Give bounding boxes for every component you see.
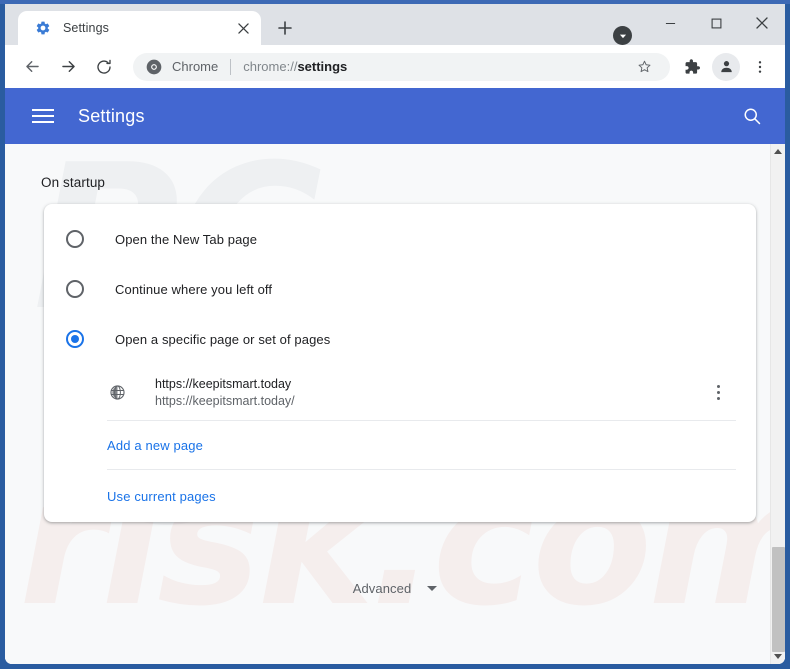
omnibox-url: chrome://settings — [243, 59, 630, 74]
minimize-icon — [665, 22, 675, 24]
close-window-button[interactable] — [739, 4, 785, 42]
scrollbar-track[interactable] — [771, 159, 786, 652]
browser-toolbar: Chrome chrome://settings — [5, 45, 785, 88]
tab-strip: Settings — [5, 4, 785, 45]
startup-page-title: https://keepitsmart.today — [155, 376, 292, 391]
startup-page-url: https://keepitsmart.today/ — [155, 393, 295, 408]
account-avatar-icon — [720, 61, 732, 73]
forward-arrow-icon — [61, 61, 75, 72]
close-icon — [237, 22, 249, 34]
radio-label: Open a specific page or set of pages — [115, 331, 331, 347]
omnibox-url-prefix: chrome:// — [243, 59, 298, 74]
omnibox-url-path: settings — [297, 59, 348, 74]
close-icon — [756, 17, 768, 29]
radio-indicator — [66, 280, 84, 298]
scroll-up-button[interactable] — [770, 144, 785, 159]
omnibox-separator — [230, 58, 232, 75]
three-dot-menu-icon — [758, 60, 762, 73]
tab-settings[interactable]: Settings — [18, 11, 261, 45]
scroll-down-arrow-icon — [774, 654, 782, 659]
advanced-toggle[interactable]: Advanced — [5, 581, 785, 596]
browser-window-inner: Settings Chrome chrome://settings Settin… — [5, 4, 785, 664]
startup-page-row: https://keepitsmart.today https://keepit… — [107, 364, 736, 421]
globe-icon-glyph — [109, 384, 125, 400]
back-button[interactable] — [15, 50, 49, 84]
new-tab-button[interactable] — [268, 11, 302, 45]
hamburger-menu-icon[interactable] — [32, 104, 56, 128]
gear-icon — [36, 21, 50, 35]
add-new-page-link: Add a new page — [107, 437, 204, 453]
radio-option-new-tab-page[interactable]: Open the New Tab page — [44, 214, 756, 264]
browser-window: Settings Chrome chrome://settings Settin… — [0, 0, 790, 669]
window-controls — [647, 4, 785, 42]
startup-page-texts: https://keepitsmart.today https://keepit… — [155, 377, 704, 408]
puzzle-piece-icon — [685, 58, 701, 74]
vertical-scrollbar[interactable] — [770, 144, 785, 664]
on-startup-card: Open the New Tab page Continue where you… — [44, 204, 756, 522]
section-heading-on-startup: On startup — [41, 175, 106, 190]
omnibox-chrome-label: Chrome — [172, 59, 219, 74]
search-settings-button[interactable] — [738, 102, 766, 130]
radio-indicator — [66, 230, 84, 248]
download-indicator-button[interactable] — [613, 26, 632, 45]
settings-main-content: On startup Open the New Tab page Continu… — [5, 175, 785, 596]
chrome-logo-icon — [146, 59, 162, 74]
bookmark-button[interactable] — [630, 53, 658, 81]
settings-header: Settings — [5, 88, 785, 144]
startup-page-menu-button[interactable] — [704, 378, 732, 406]
tab-close-icon[interactable] — [233, 18, 253, 38]
reload-button[interactable] — [87, 50, 121, 84]
radio-indicator-selected — [66, 330, 84, 348]
radio-label: Continue where you left off — [115, 281, 273, 297]
bookmark-star-icon — [638, 60, 650, 73]
use-current-pages-row[interactable]: Use current pages — [107, 470, 736, 522]
radio-label: Open the New Tab page — [115, 231, 258, 247]
add-new-page-row[interactable]: Add a new page — [107, 421, 736, 470]
maximize-icon — [711, 18, 721, 28]
chevron-down-icon — [427, 586, 438, 591]
use-current-pages-link: Use current pages — [107, 488, 216, 504]
advanced-label: Advanced — [352, 581, 412, 596]
radio-option-specific-pages[interactable]: Open a specific page or set of pages — [44, 314, 756, 364]
profile-button[interactable] — [712, 52, 740, 81]
scrollbar-thumb[interactable] — [771, 547, 785, 652]
radio-option-continue-where-left-off[interactable]: Continue where you left off — [44, 264, 756, 314]
settings-page: Settings PC risk.com — [5, 88, 785, 664]
page-title: Settings — [78, 105, 145, 126]
extensions-button[interactable] — [675, 50, 709, 84]
back-arrow-icon — [25, 61, 39, 72]
browser-menu-button[interactable] — [743, 50, 777, 84]
settings-content-area: PC risk.com On startup Open the New Tab … — [5, 144, 785, 664]
tab-title: Settings — [63, 21, 109, 35]
address-bar[interactable]: Chrome chrome://settings — [133, 52, 670, 81]
search-icon — [744, 108, 761, 125]
forward-button[interactable] — [51, 50, 85, 84]
maximize-button[interactable] — [693, 4, 739, 42]
download-arrow-icon — [619, 34, 626, 38]
plus-icon — [278, 21, 292, 35]
globe-icon — [107, 382, 127, 402]
reload-icon — [97, 59, 111, 74]
scroll-up-arrow-icon — [774, 149, 782, 154]
minimize-button[interactable] — [647, 4, 693, 42]
